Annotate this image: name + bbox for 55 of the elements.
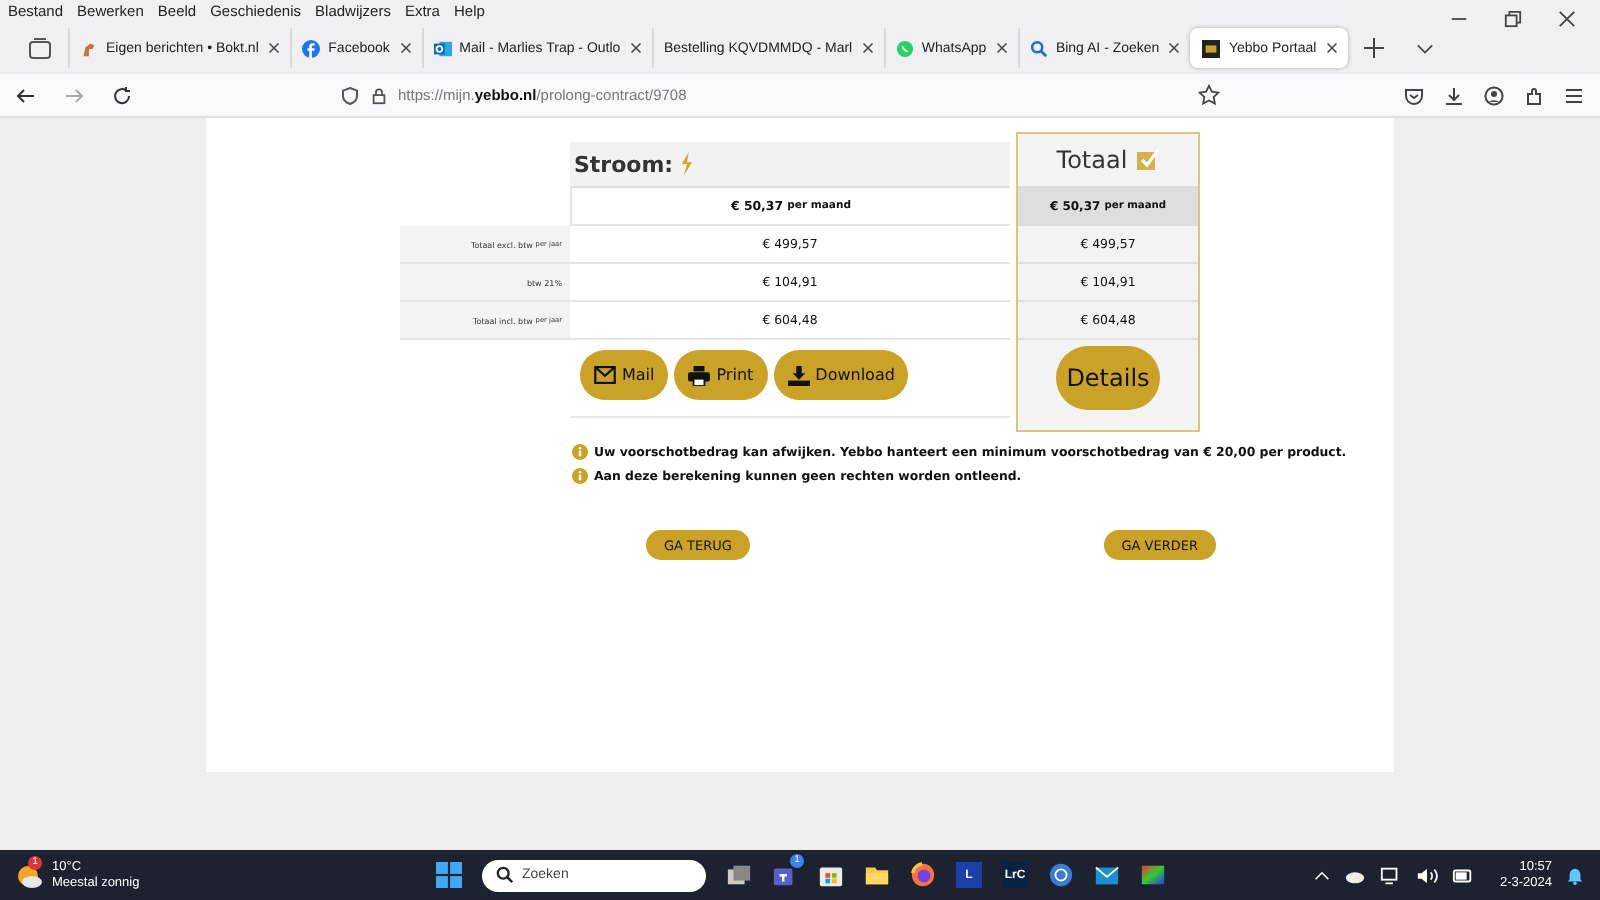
lightning-icon (679, 152, 694, 176)
extensions-icon[interactable] (1524, 85, 1544, 105)
close-icon[interactable] (1558, 10, 1576, 28)
info-icon (572, 468, 588, 484)
mail-button[interactable]: Mail (580, 350, 669, 400)
close-icon[interactable] (1325, 42, 1338, 54)
yebbo-logo-icon (1202, 39, 1221, 57)
whatsapp-icon (895, 39, 914, 57)
print-button[interactable]: Print (674, 350, 768, 400)
download-button[interactable]: Download (773, 350, 909, 400)
account-icon[interactable] (1484, 85, 1504, 105)
product-title: Stroom: (574, 151, 674, 177)
tab-list-icon[interactable] (28, 36, 52, 60)
close-icon[interactable] (1168, 42, 1181, 54)
download-icon (787, 365, 810, 385)
volume-icon[interactable] (1415, 865, 1438, 885)
battery-icon[interactable] (1451, 865, 1474, 885)
restore-icon[interactable] (1504, 10, 1522, 28)
search-icon (1029, 39, 1048, 57)
weather-icon[interactable] (16, 861, 44, 889)
total-title: Totaal (1056, 146, 1128, 174)
envelope-icon (594, 366, 616, 384)
reload-icon[interactable] (112, 85, 132, 105)
new-tab-icon[interactable] (1363, 38, 1384, 58)
back-icon[interactable] (16, 85, 36, 105)
bookmark-star-icon[interactable] (1198, 84, 1220, 106)
globe-icon[interactable] (1048, 862, 1074, 888)
store-icon[interactable] (818, 862, 844, 888)
facebook-icon (302, 39, 321, 57)
chevron-up-icon[interactable] (1313, 867, 1330, 883)
lock-icon (370, 85, 388, 105)
bell-icon[interactable] (1566, 865, 1584, 885)
outlook-icon (433, 39, 452, 57)
search-icon (496, 866, 514, 884)
windows-start-icon[interactable] (436, 862, 462, 888)
close-icon[interactable] (399, 42, 412, 54)
mail-icon[interactable] (1094, 862, 1120, 888)
photos-icon[interactable] (1140, 862, 1166, 888)
cloud-icon[interactable] (1343, 867, 1366, 883)
download-icon[interactable] (1444, 85, 1464, 105)
info-icon (572, 444, 588, 460)
close-icon[interactable] (995, 42, 1008, 54)
chevron-down-icon[interactable] (1415, 39, 1434, 57)
close-icon[interactable] (268, 42, 281, 54)
task-view-icon[interactable] (726, 862, 752, 888)
menu-icon[interactable] (1564, 85, 1584, 105)
printer-icon (688, 365, 711, 385)
pocket-icon[interactable] (1404, 85, 1424, 105)
details-button[interactable]: Details (1056, 346, 1160, 410)
folder-icon[interactable] (864, 862, 890, 888)
close-icon[interactable] (861, 42, 874, 54)
firefox-icon[interactable] (910, 862, 936, 888)
checkbox-icon (1135, 148, 1160, 172)
close-icon[interactable] (629, 42, 642, 54)
shield-icon (340, 85, 360, 105)
